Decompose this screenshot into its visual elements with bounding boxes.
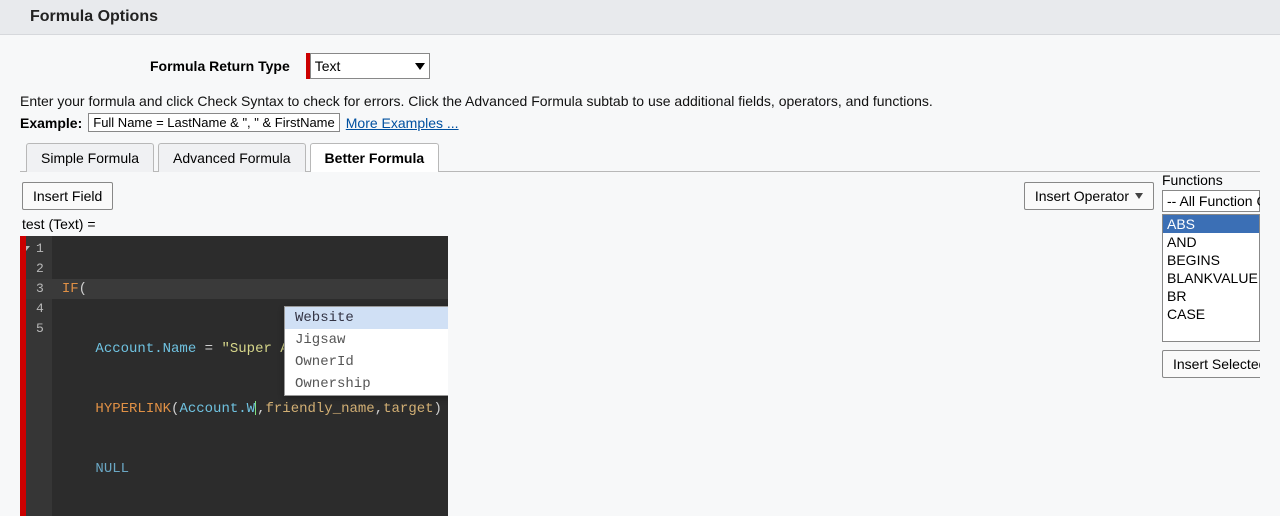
tabs: Simple Formula Advanced Formula Better F… bbox=[20, 142, 1260, 172]
function-item[interactable]: CASE bbox=[1163, 305, 1259, 323]
page-title: Formula Options bbox=[30, 8, 158, 25]
function-item[interactable]: BEGINS bbox=[1163, 251, 1259, 269]
text-cursor bbox=[255, 401, 256, 415]
example-label: Example: bbox=[20, 115, 82, 131]
chevron-down-icon bbox=[415, 63, 425, 70]
function-item[interactable]: AND bbox=[1163, 233, 1259, 251]
more-examples-link[interactable]: More Examples ... bbox=[346, 115, 459, 131]
tab-better-formula[interactable]: Better Formula bbox=[310, 143, 440, 172]
function-item[interactable]: BLANKVALUE bbox=[1163, 269, 1259, 287]
autocomplete-item[interactable]: Jigsaw Text bbox=[285, 329, 448, 351]
fold-icon[interactable] bbox=[26, 246, 30, 251]
insert-operator-button[interactable]: Insert Operator bbox=[1024, 182, 1154, 210]
code-editor[interactable]: 1 2 3 4 5 IF( Account.Name = "Super Awes… bbox=[26, 236, 448, 516]
insert-selected-function-button[interactable]: Insert Selected Function bbox=[1162, 350, 1260, 378]
insert-operator-label: Insert Operator bbox=[1035, 188, 1129, 204]
chevron-down-icon bbox=[1135, 193, 1143, 199]
insert-field-button[interactable]: Insert Field bbox=[22, 182, 113, 210]
autocomplete-popup[interactable]: Website URL Jigsaw Text OwnerId ID Own bbox=[284, 306, 448, 396]
function-item[interactable]: ABS bbox=[1163, 215, 1259, 233]
gutter: 1 2 3 4 5 bbox=[26, 236, 52, 516]
content-area: Formula Return Type Text Enter your form… bbox=[0, 35, 1280, 516]
functions-title: Functions bbox=[1162, 172, 1260, 188]
example-box: Full Name = LastName & ", " & FirstName bbox=[88, 113, 340, 132]
autocomplete-item[interactable]: Ownership Picklist bbox=[285, 373, 448, 395]
instructions-text: Enter your formula and click Check Synta… bbox=[20, 93, 1260, 109]
return-type-row: Formula Return Type Text bbox=[150, 53, 1260, 79]
header-bar: Formula Options bbox=[0, 0, 1280, 35]
formula-field-label: test (Text) = bbox=[22, 216, 1156, 232]
return-type-select-wrap: Text bbox=[306, 53, 430, 79]
return-type-select[interactable]: Text bbox=[310, 53, 430, 79]
functions-list[interactable]: ABS AND BEGINS BLANKVALUE BR CASE bbox=[1162, 214, 1260, 342]
example-row: Example: Full Name = LastName & ", " & F… bbox=[20, 113, 1260, 132]
functions-panel: Functions -- All Function Categories -- … bbox=[1162, 172, 1260, 378]
return-type-label: Formula Return Type bbox=[150, 58, 290, 74]
tab-advanced-formula[interactable]: Advanced Formula bbox=[158, 143, 306, 172]
toolbar: Insert Field Insert Operator bbox=[20, 172, 1156, 216]
tab-simple-formula[interactable]: Simple Formula bbox=[26, 143, 154, 172]
autocomplete-item[interactable]: OwnerId ID bbox=[285, 351, 448, 373]
return-type-value: Text bbox=[315, 58, 341, 74]
functions-category-select[interactable]: -- All Function Categories -- bbox=[1162, 190, 1260, 212]
function-item[interactable]: BR bbox=[1163, 287, 1259, 305]
autocomplete-item[interactable]: Website URL bbox=[285, 307, 448, 329]
